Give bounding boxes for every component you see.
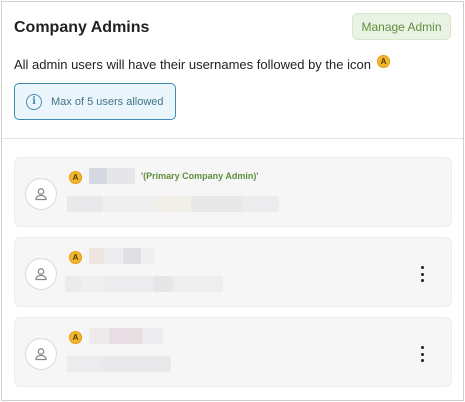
admin-name-line bbox=[89, 328, 163, 344]
redacted-email bbox=[65, 276, 81, 292]
redacted-email bbox=[101, 356, 171, 372]
redacted-email bbox=[153, 276, 173, 292]
admin-name-line: '(Primary Company Admin)' bbox=[89, 168, 258, 184]
redacted-email bbox=[67, 356, 101, 372]
redacted-name bbox=[141, 248, 155, 264]
manage-admin-button[interactable]: Manage Admin bbox=[352, 13, 451, 40]
user-avatar-icon bbox=[25, 338, 57, 370]
admin-email-line bbox=[67, 196, 279, 212]
company-admins-panel: Company Admins Manage Admin All admin us… bbox=[1, 1, 464, 401]
redacted-name bbox=[89, 248, 105, 264]
admin-badge-icon: A bbox=[69, 331, 82, 344]
info-icon: i bbox=[26, 93, 42, 110]
redacted-email bbox=[191, 196, 243, 212]
redacted-email bbox=[81, 276, 105, 292]
admin-card: A bbox=[14, 317, 452, 387]
redacted-email bbox=[155, 196, 191, 212]
admin-card: A '(Primary Company Admin)' bbox=[14, 157, 452, 227]
user-avatar-icon bbox=[25, 258, 57, 290]
panel-header: Company Admins Manage Admin bbox=[14, 13, 451, 46]
redacted-name bbox=[89, 328, 109, 344]
redacted-email bbox=[173, 276, 223, 292]
panel-title: Company Admins bbox=[14, 19, 150, 36]
redacted-name bbox=[123, 248, 141, 264]
redacted-name bbox=[89, 168, 107, 184]
more-options-icon[interactable] bbox=[417, 266, 427, 282]
redacted-email bbox=[103, 196, 155, 212]
primary-admin-tag: '(Primary Company Admin)' bbox=[141, 171, 259, 181]
user-avatar-icon bbox=[25, 178, 57, 210]
redacted-name bbox=[143, 328, 163, 344]
redacted-name bbox=[107, 168, 135, 184]
admin-name-line bbox=[89, 248, 155, 264]
redacted-name bbox=[105, 248, 123, 264]
section-divider bbox=[2, 138, 463, 139]
admin-card: A bbox=[14, 237, 452, 307]
description-text: All admin users will have their username… bbox=[14, 57, 371, 72]
admin-badge-icon: A bbox=[69, 251, 82, 264]
redacted-email bbox=[67, 196, 103, 212]
admin-email-line bbox=[67, 356, 171, 372]
redacted-email bbox=[243, 196, 279, 212]
admin-badge-icon: A bbox=[376, 55, 390, 68]
max-users-info: i Max of 5 users allowed bbox=[14, 83, 176, 120]
redacted-email bbox=[105, 276, 153, 292]
redacted-name bbox=[109, 328, 143, 344]
info-text: Max of 5 users allowed bbox=[51, 95, 164, 108]
admin-badge-icon: A bbox=[69, 171, 82, 184]
admin-icon-description: All admin users will have their username… bbox=[14, 55, 390, 72]
admin-email-line bbox=[65, 276, 223, 292]
more-options-icon[interactable] bbox=[417, 346, 427, 362]
